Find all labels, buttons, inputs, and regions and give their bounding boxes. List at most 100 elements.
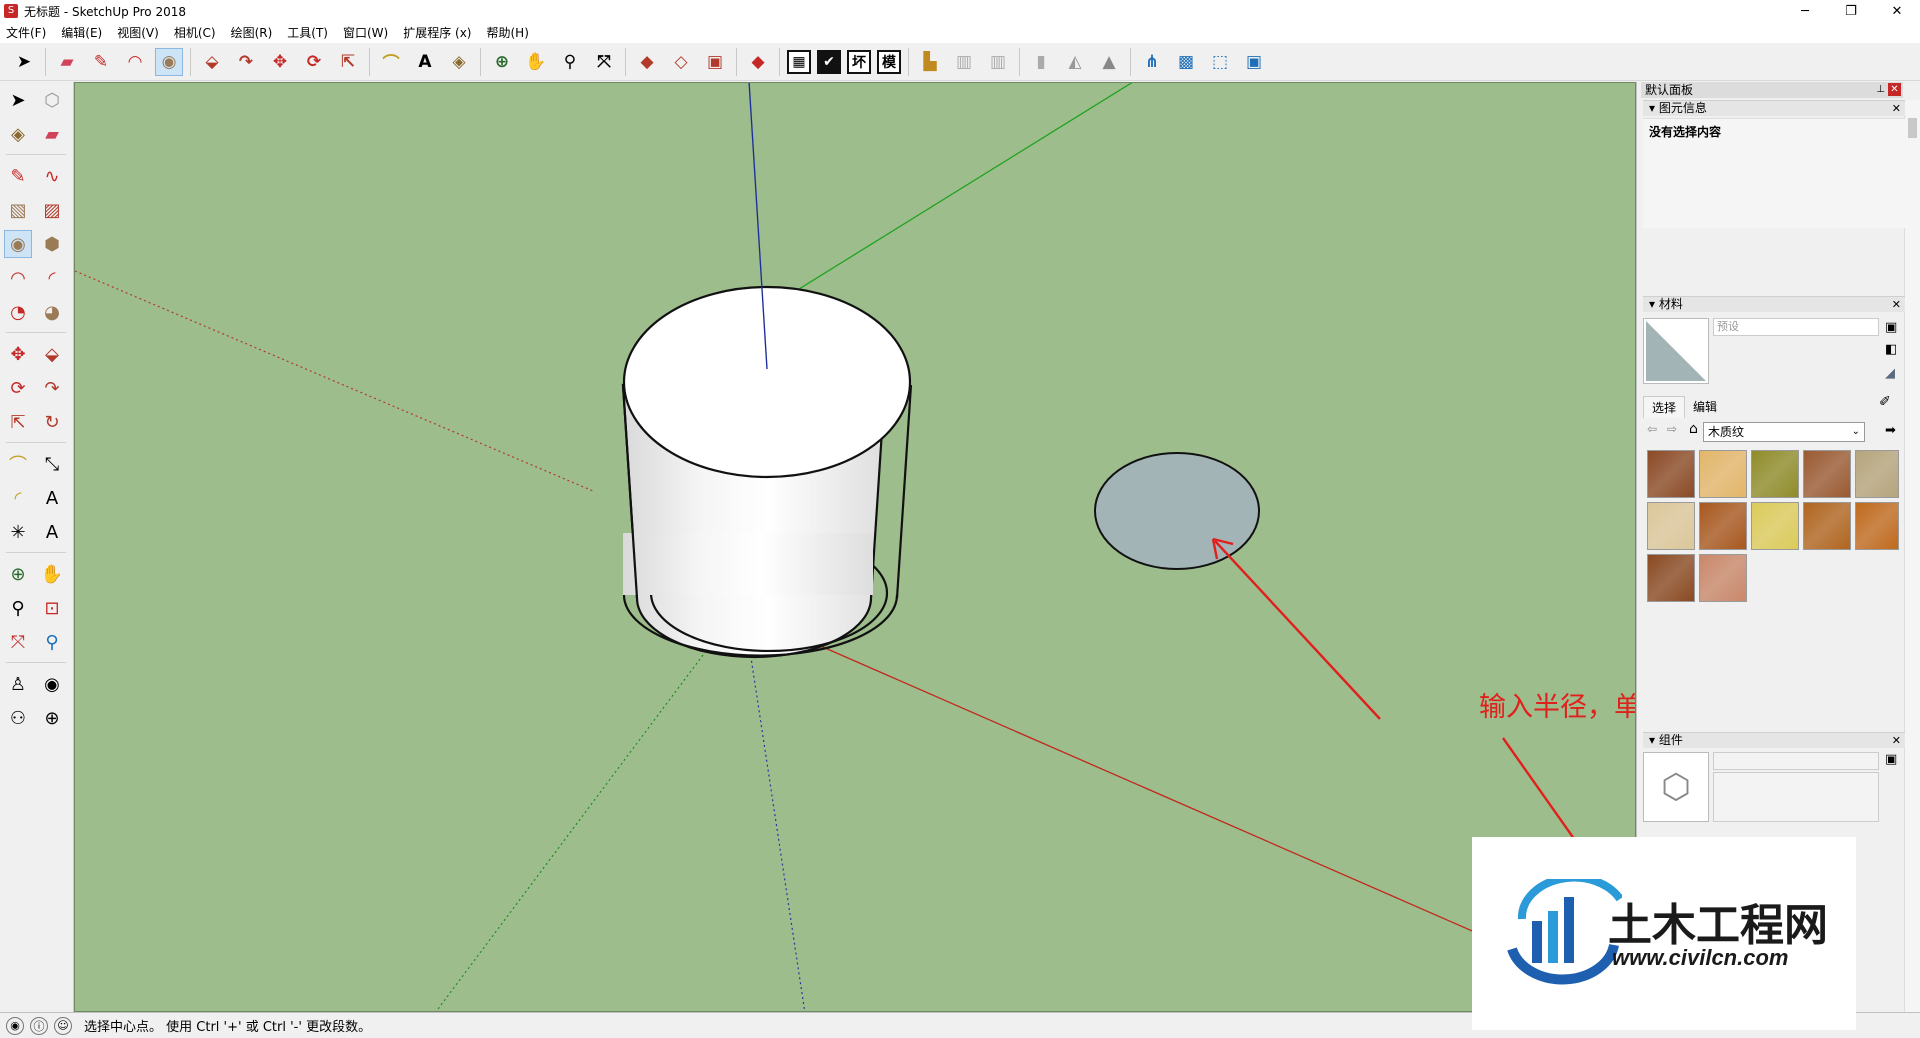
make-component-icon[interactable]: ⬡ [38, 86, 66, 114]
walk-tool-icon[interactable]: ⚇ [4, 704, 32, 732]
material-library-select[interactable]: 木质纹 ⌄ [1703, 422, 1865, 442]
user-icon[interactable]: ☺ [54, 1016, 72, 1035]
menu-window[interactable]: 窗口(W) [343, 24, 388, 41]
tab-edit[interactable]: 编辑 [1685, 396, 1725, 418]
move-tool-icon[interactable]: ✥ [4, 340, 32, 368]
pie-tool-icon[interactable]: ◕ [38, 298, 66, 326]
eraser-tool-icon[interactable]: ▰ [38, 120, 66, 148]
default-material-icon[interactable]: ◢ [1885, 366, 1895, 381]
share-model-icon[interactable]: ◇ [667, 48, 695, 76]
material-swatch[interactable] [1647, 450, 1695, 498]
model-tool-button[interactable]: 模 [877, 49, 901, 74]
tape-measure-tool-icon[interactable]: ⌒ [377, 48, 405, 76]
zoom-tool-icon[interactable]: ⚲ [556, 48, 584, 76]
material-swatch[interactable] [1855, 502, 1899, 550]
circle-tool-icon[interactable]: ◉ [4, 230, 32, 258]
component-icon[interactable]: ▣ [1240, 48, 1268, 76]
text-tool-icon[interactable]: A [38, 484, 66, 512]
material-swatch[interactable] [1751, 502, 1799, 550]
pin-icon[interactable]: ⊥ [1876, 82, 1885, 98]
credits-icon[interactable]: ⓘ [30, 1016, 48, 1035]
extension-warehouse-icon[interactable]: ▣ [701, 48, 729, 76]
eraser-tool-icon[interactable]: ▰ [53, 48, 81, 76]
material-swatch[interactable] [1699, 450, 1747, 498]
position-camera-icon[interactable]: ♙ [4, 670, 32, 698]
create-material-icon[interactable]: ▣ [1885, 320, 1897, 335]
select-tool-icon[interactable]: ➤ [4, 86, 32, 114]
table-icon[interactable]: ▦ [787, 49, 811, 74]
follow-me-tool-icon[interactable]: ↷ [232, 48, 260, 76]
eyedropper-icon[interactable]: ✐ [1879, 394, 1891, 410]
follow-me-tool-icon[interactable]: ↷ [38, 374, 66, 402]
scale-tool-icon[interactable]: ⇱ [334, 48, 362, 76]
protractor-tool-icon[interactable]: ◜ [4, 484, 32, 512]
scale-tool-icon[interactable]: ⇱ [4, 408, 32, 436]
freehand-tool-icon[interactable]: ∿ [38, 162, 66, 190]
material-name-field[interactable]: 预设 [1713, 318, 1879, 336]
3d-warehouse-icon[interactable]: ◆ [633, 48, 661, 76]
two-point-arc-icon[interactable]: ◜ [38, 264, 66, 292]
line-tool-icon[interactable]: ✎ [4, 162, 32, 190]
tray-scrollbar[interactable] [1904, 100, 1920, 1012]
minimize-button[interactable]: ─ [1782, 0, 1828, 22]
bad-face-tool-button[interactable]: 坏 [847, 49, 871, 74]
select-tool-icon[interactable]: ➤ [10, 48, 38, 76]
rotated-rectangle-tool-icon[interactable]: ▨ [38, 196, 66, 224]
menu-file[interactable]: 文件(F) [6, 24, 46, 41]
pan-tool-icon[interactable]: ✋ [522, 48, 550, 76]
material-swatch[interactable] [1751, 450, 1799, 498]
close-icon[interactable]: ✕ [1892, 733, 1901, 748]
look-around-icon[interactable]: ◉ [38, 670, 66, 698]
close-icon[interactable]: ✕ [1892, 297, 1901, 312]
arc-tool-icon[interactable]: ◠ [121, 48, 149, 76]
orbit-tool-icon[interactable]: ⊕ [488, 48, 516, 76]
tray-close-icon[interactable]: ✕ [1888, 83, 1901, 96]
home-icon[interactable]: ⌂ [1689, 421, 1698, 437]
model-canvas[interactable]: 输入半径，单击确定 [75, 83, 1636, 1012]
material-library-icon[interactable]: ◧ [1885, 342, 1897, 357]
zoom-extents-tool-icon[interactable]: ⤧ [4, 628, 32, 656]
circle-tool-icon[interactable]: ◉ [155, 47, 183, 76]
component-name-field[interactable] [1713, 752, 1879, 770]
orbit-tool-icon[interactable]: ⊕ [4, 560, 32, 588]
tape-measure-tool-icon[interactable]: ⌒ [4, 450, 32, 478]
geo-location-icon[interactable]: ◉ [6, 1016, 24, 1035]
material-swatch[interactable] [1699, 554, 1747, 602]
components-header[interactable]: ▾ 组件 ✕ [1643, 732, 1905, 748]
rotate-tool-icon[interactable]: ⟳ [4, 374, 32, 402]
solid-tool-icon[interactable]: ▮ [1027, 48, 1055, 76]
details-arrow-icon[interactable]: ➡ [1885, 423, 1896, 438]
material-swatch[interactable] [1803, 450, 1851, 498]
menu-view[interactable]: 视图(V) [117, 24, 159, 41]
three-point-arc-icon[interactable]: ◔ [4, 298, 32, 326]
section-plane-icon[interactable]: ▙ [916, 48, 944, 76]
group-icon[interactable]: ⬚ [1206, 48, 1234, 76]
paint-bucket-tool-icon[interactable]: ◈ [4, 120, 32, 148]
move-tool-icon[interactable]: ✥ [266, 48, 294, 76]
close-button[interactable]: ✕ [1874, 0, 1920, 22]
section-plane-tool-icon[interactable]: ⊕ [38, 704, 66, 732]
material-swatch[interactable] [1699, 502, 1747, 550]
menu-help[interactable]: 帮助(H) [486, 24, 528, 41]
restore-button[interactable]: ❐ [1828, 0, 1874, 22]
material-swatch[interactable] [1803, 502, 1851, 550]
axes-tool-icon[interactable]: ✳ [4, 518, 32, 546]
push-pull-tool-icon[interactable]: ⬙ [38, 340, 66, 368]
check-icon[interactable]: ✔ [817, 49, 841, 74]
cylinder-top-face[interactable] [622, 285, 912, 479]
menu-tools[interactable]: 工具(T) [287, 24, 328, 41]
component-description-field[interactable] [1713, 772, 1879, 822]
text-tool-icon[interactable]: A [411, 48, 439, 76]
menu-extensions[interactable]: 扩展程序 (x) [403, 24, 471, 41]
ruby-console-icon[interactable]: ◆ [744, 48, 772, 76]
create-component-icon[interactable]: ▣ [1885, 752, 1897, 767]
arc-tool-icon[interactable]: ◠ [4, 264, 32, 292]
terrain-icon[interactable]: ▲ [1095, 48, 1123, 76]
material-swatch[interactable] [1647, 554, 1695, 602]
entity-info-header[interactable]: ▾ 图元信息 ✕ [1643, 100, 1905, 116]
rotate-tool-icon[interactable]: ⟳ [300, 48, 328, 76]
materials-header[interactable]: ▾ 材料 ✕ [1643, 296, 1905, 312]
offset-tool-icon[interactable]: ↻ [38, 408, 66, 436]
menu-camera[interactable]: 相机(C) [174, 24, 216, 41]
section-display-icon[interactable]: ▥ [950, 48, 978, 76]
